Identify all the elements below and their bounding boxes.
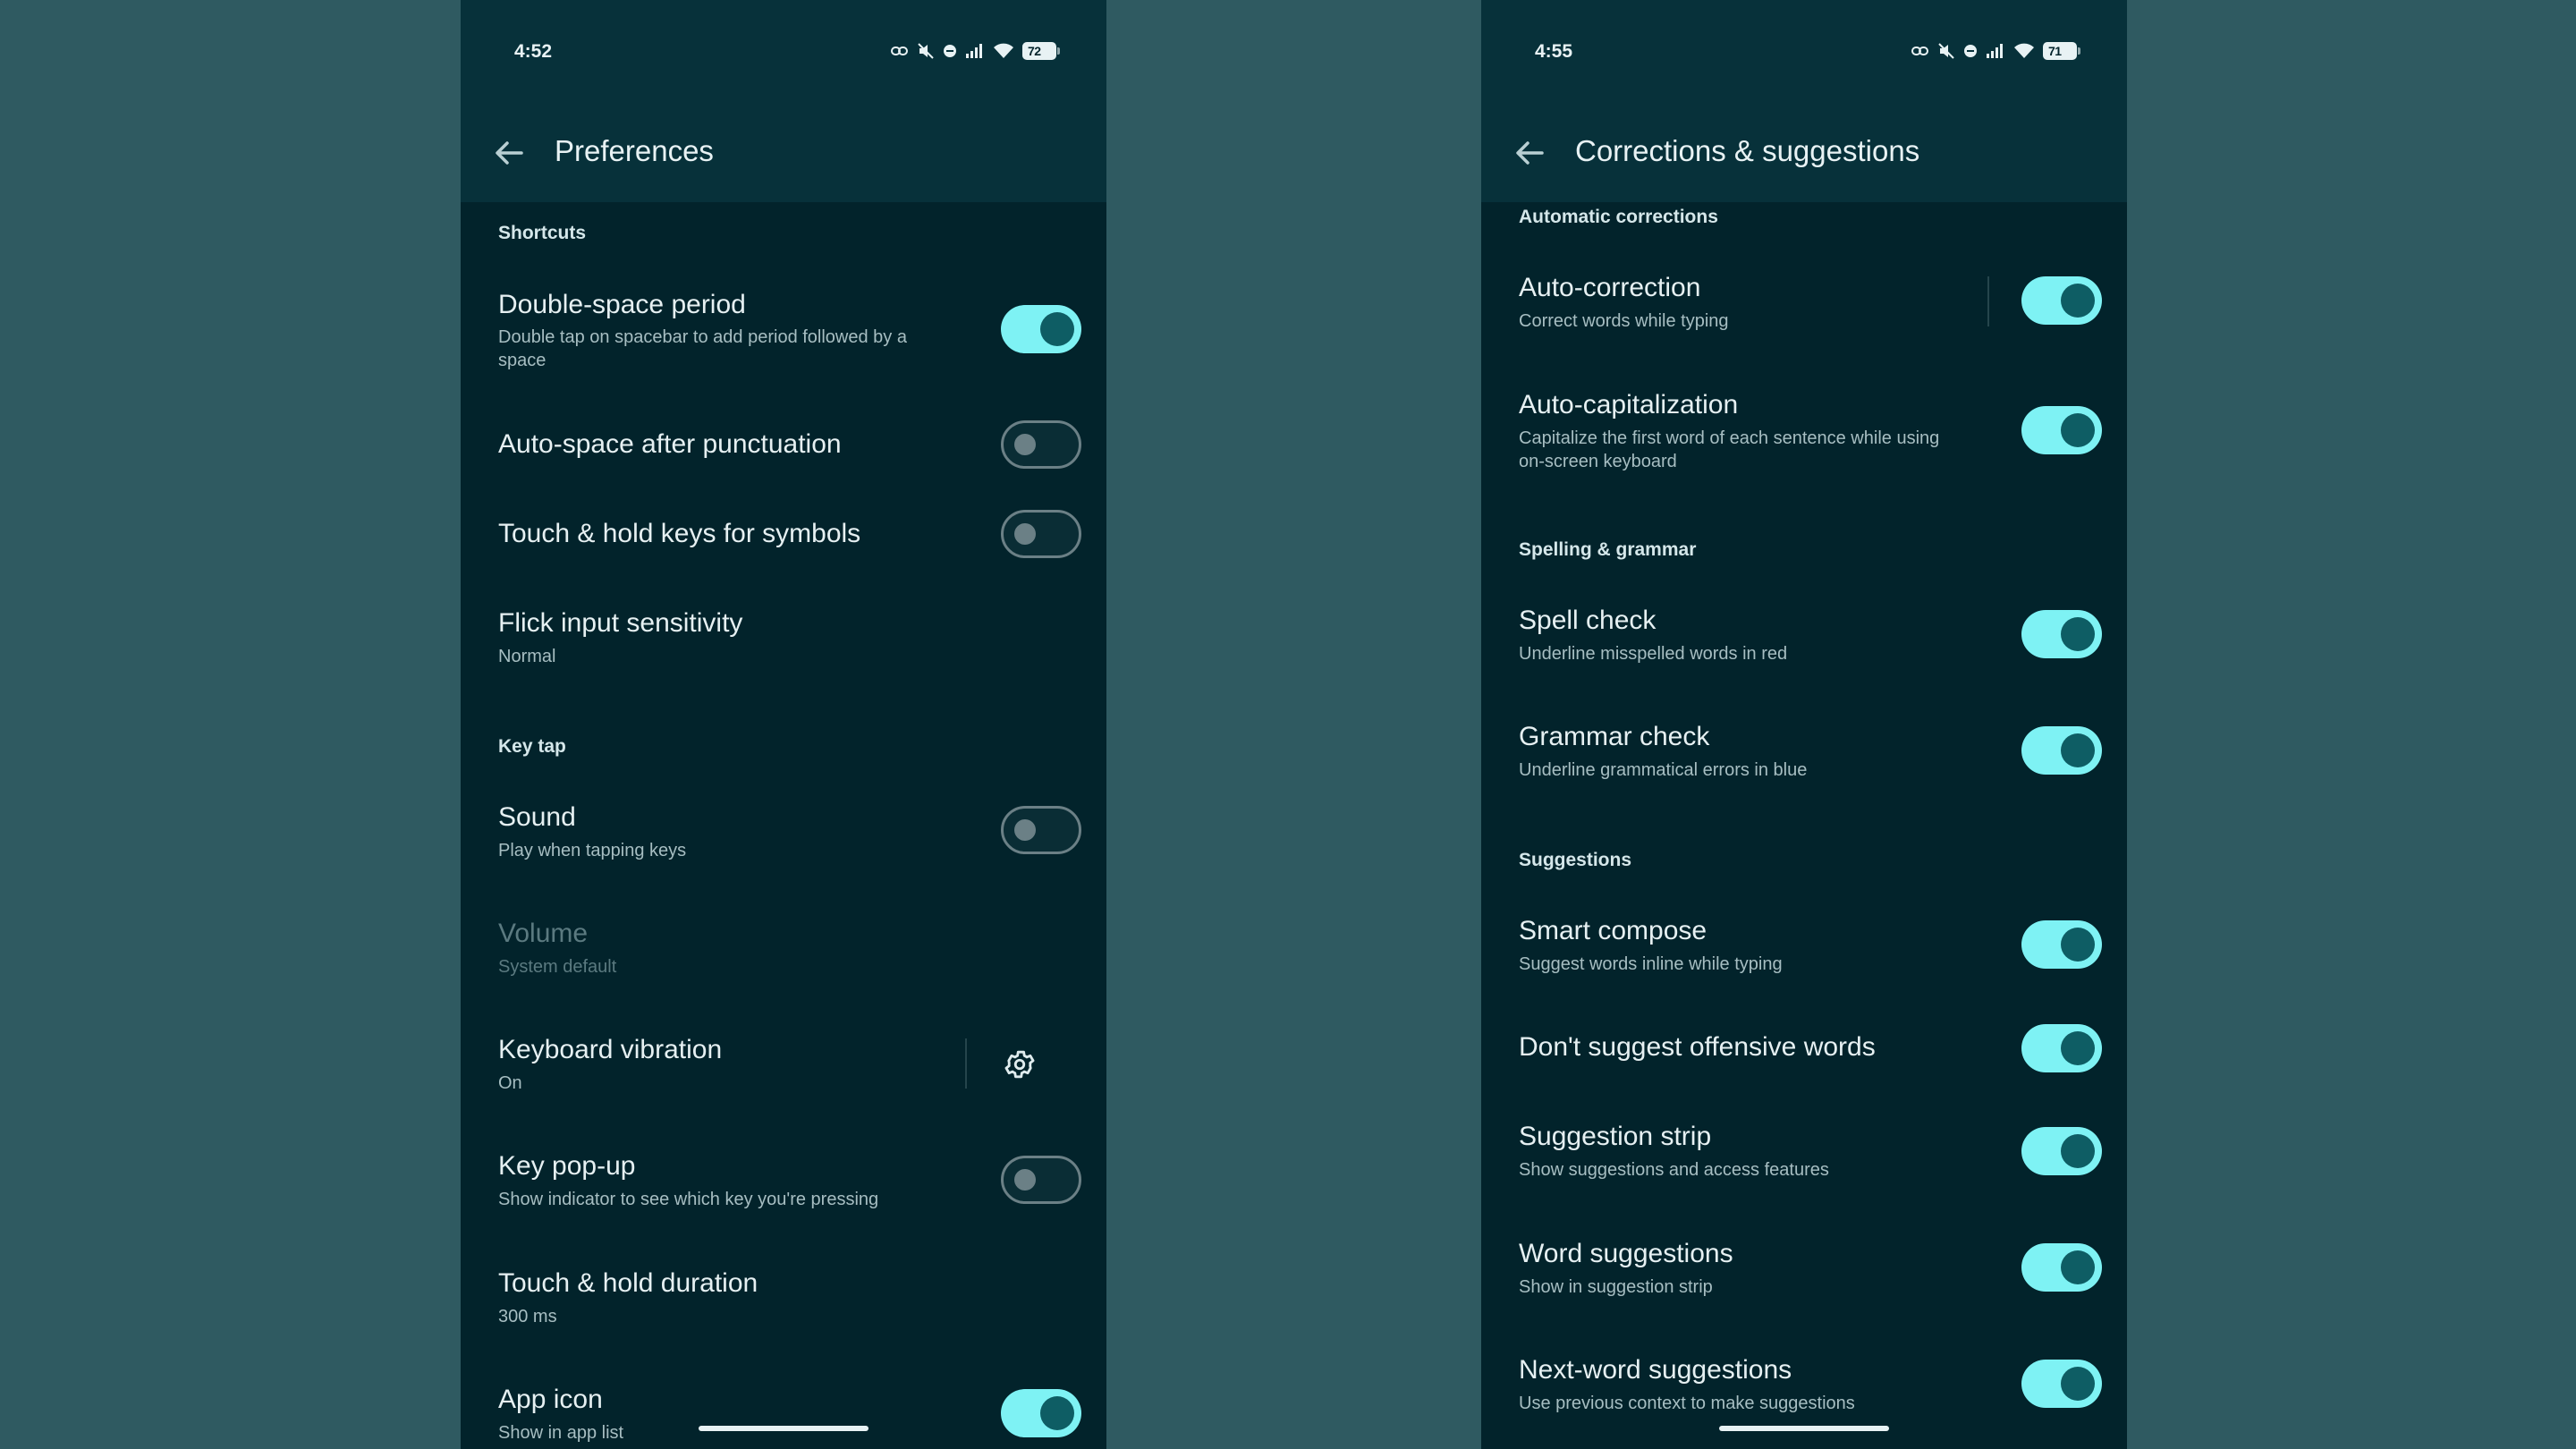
battery-icon: 72	[1022, 42, 1060, 60]
app-icon-toggle[interactable]	[1001, 1389, 1081, 1437]
vertical-divider	[1987, 276, 1989, 326]
status-icons: 71	[1911, 39, 2080, 63]
touch-hold-duration-value: 300 ms	[498, 1307, 557, 1326]
app-bar: 4:55 71 Corrections & suggestions	[1481, 0, 2127, 202]
key-popup-title[interactable]: Key pop-up	[498, 1151, 635, 1182]
section-header-shortcuts: Shortcuts	[498, 223, 587, 243]
next-word-suggestions-title[interactable]: Next-word suggestions	[1519, 1355, 1792, 1385]
auto-capitalization-toggle[interactable]	[2021, 406, 2102, 454]
home-indicator[interactable]	[699, 1426, 869, 1431]
spell-check-subtitle: Underline misspelled words in red	[1519, 644, 1788, 664]
gear-icon[interactable]	[1003, 1047, 1037, 1081]
battery-level: 71	[2048, 44, 2062, 58]
corrections-suggestions-screen: 4:55 71 Corrections & suggestions Automa…	[1481, 0, 2127, 1449]
preferences-screen: 4:52 72 Preferences Shortcuts Double-spa…	[461, 0, 1106, 1449]
double-space-period-subtitle: Double tap on spacebar to add period fol…	[498, 327, 907, 370]
sound-toggle[interactable]	[1001, 806, 1081, 854]
word-suggestions-toggle[interactable]	[2021, 1243, 2102, 1292]
smart-compose-toggle[interactable]	[2021, 920, 2102, 969]
auto-correction-title[interactable]: Auto-correction	[1519, 273, 1700, 303]
volume-title: Volume	[498, 919, 589, 948]
wifi-icon	[2014, 43, 2034, 58]
status-icons: 72	[891, 39, 1060, 63]
mute-icon	[918, 43, 934, 59]
next-word-suggestions-subtitle: Use previous context to make suggestions	[1519, 1394, 1855, 1413]
auto-capitalization-title[interactable]: Auto-capitalization	[1519, 390, 1738, 420]
touch-hold-duration-title[interactable]: Touch & hold duration	[498, 1268, 758, 1299]
status-time: 4:55	[1535, 41, 1573, 62]
grammar-check-title[interactable]: Grammar check	[1519, 722, 1709, 752]
home-indicator[interactable]	[1719, 1426, 1889, 1431]
keyboard-vibration-subtitle: On	[498, 1073, 522, 1093]
grammar-check-subtitle: Underline grammatical errors in blue	[1519, 760, 1808, 780]
sound-subtitle: Play when tapping keys	[498, 841, 687, 860]
section-header-spelling-grammar: Spelling & grammar	[1519, 539, 1697, 560]
section-header-suggestions: Suggestions	[1519, 850, 1632, 870]
offensive-words-toggle[interactable]	[2021, 1024, 2102, 1072]
section-header-key-tap: Key tap	[498, 736, 566, 757]
next-word-suggestions-toggle[interactable]	[2021, 1360, 2102, 1408]
signal-icon	[966, 44, 982, 58]
spell-check-toggle[interactable]	[2021, 610, 2102, 658]
smart-compose-title[interactable]: Smart compose	[1519, 916, 1707, 946]
flick-sensitivity-value: Normal	[498, 647, 556, 666]
volume-subtitle: System default	[498, 957, 617, 977]
battery-level: 72	[1028, 44, 1041, 58]
flick-sensitivity-title[interactable]: Flick input sensitivity	[498, 608, 742, 639]
spell-check-title[interactable]: Spell check	[1519, 606, 1656, 636]
page-title: Corrections & suggestions	[1575, 134, 1920, 167]
word-suggestions-subtitle: Show in suggestion strip	[1519, 1277, 1713, 1297]
touch-hold-symbols-title[interactable]: Touch & hold keys for symbols	[498, 519, 860, 549]
wifi-icon	[994, 43, 1013, 58]
vertical-divider	[965, 1038, 967, 1089]
dnd-icon	[1964, 45, 1977, 57]
key-popup-subtitle: Show indicator to see which key you're p…	[498, 1190, 879, 1209]
battery-icon: 71	[2043, 42, 2080, 60]
app-icon-title[interactable]: App icon	[498, 1385, 603, 1415]
dnd-icon	[944, 45, 956, 57]
mute-icon	[1938, 43, 1954, 59]
smart-compose-subtitle: Suggest words inline while typing	[1519, 954, 1783, 974]
grammar-check-toggle[interactable]	[2021, 726, 2102, 775]
suggestion-strip-subtitle: Show suggestions and access features	[1519, 1160, 1829, 1180]
double-space-period-toggle[interactable]	[1001, 305, 1081, 353]
section-header-automatic-corrections: Automatic corrections	[1519, 207, 1718, 227]
signal-icon	[1987, 44, 2003, 58]
auto-correction-toggle[interactable]	[2021, 276, 2102, 325]
back-arrow-icon[interactable]	[491, 136, 529, 170]
app-icon-subtitle: Show in app list	[498, 1423, 624, 1443]
suggestion-strip-title[interactable]: Suggestion strip	[1519, 1122, 1711, 1152]
auto-space-toggle[interactable]	[1001, 420, 1081, 469]
word-suggestions-title[interactable]: Word suggestions	[1519, 1239, 1733, 1269]
auto-correction-subtitle: Correct words while typing	[1519, 311, 1729, 331]
touch-hold-symbols-toggle[interactable]	[1001, 510, 1081, 558]
key-popup-toggle[interactable]	[1001, 1156, 1081, 1204]
link-icon	[1911, 47, 1928, 55]
offensive-words-title[interactable]: Don't suggest offensive words	[1519, 1032, 1876, 1063]
link-icon	[891, 47, 908, 55]
page-title: Preferences	[555, 134, 714, 167]
back-arrow-icon[interactable]	[1512, 136, 1549, 170]
app-bar: 4:52 72 Preferences	[461, 0, 1106, 202]
auto-space-title[interactable]: Auto-space after punctuation	[498, 429, 842, 460]
double-space-period-title[interactable]: Double-space period	[498, 290, 746, 320]
sound-title[interactable]: Sound	[498, 802, 576, 833]
status-time: 4:52	[514, 41, 553, 62]
auto-capitalization-subtitle: Capitalize the first word of each senten…	[1519, 428, 1940, 471]
keyboard-vibration-title[interactable]: Keyboard vibration	[498, 1035, 722, 1065]
suggestion-strip-toggle[interactable]	[2021, 1127, 2102, 1175]
